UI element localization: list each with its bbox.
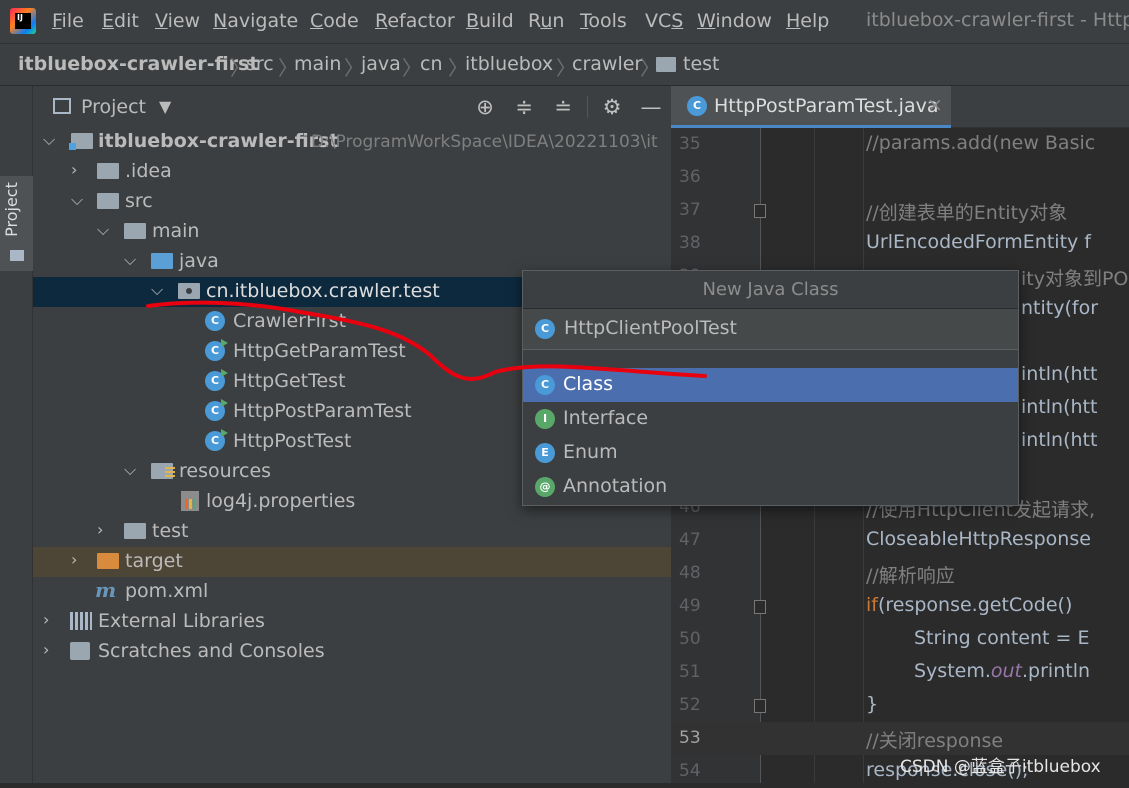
- red-annotation-stroke: [146, 300, 707, 381]
- watermark: CSDN @蓝盒子itbluebox: [900, 757, 1101, 777]
